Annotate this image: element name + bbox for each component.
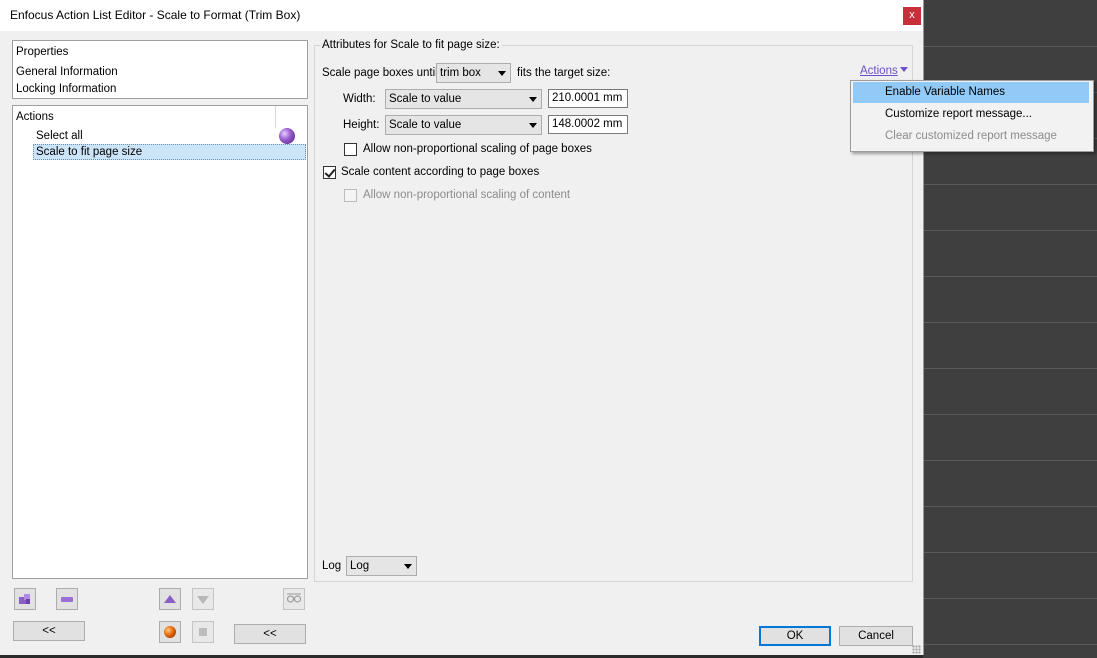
collapse-left-button[interactable]: << <box>13 621 85 641</box>
properties-list[interactable]: Properties General Information Locking I… <box>12 40 308 99</box>
width-label: Width: <box>343 93 376 105</box>
close-button[interactable]: x <box>903 7 921 25</box>
properties-item-locking[interactable]: Locking Information <box>16 83 116 95</box>
height-mode-value: Scale to value <box>389 119 462 131</box>
height-mode-select[interactable]: Scale to value <box>385 115 542 135</box>
add-action-icon <box>19 594 30 604</box>
height-input[interactable]: 148.0002 mm <box>548 115 628 134</box>
stop-icon <box>199 628 207 636</box>
checkmark-icon <box>324 166 336 178</box>
collapse-right-button[interactable]: << <box>234 624 306 644</box>
chevron-down-icon <box>529 97 537 102</box>
chevron-down-icon <box>529 123 537 128</box>
nonprop-content-checkbox[interactable] <box>344 189 357 202</box>
box-type-select[interactable]: trim box <box>436 63 511 83</box>
actions-header: Actions <box>16 111 54 123</box>
action-item-scale-to-fit[interactable]: Scale to fit page size <box>36 146 142 158</box>
properties-header: Properties <box>16 46 69 58</box>
window-title: Enfocus Action List Editor - Scale to Fo… <box>10 8 301 22</box>
glasses-icon <box>286 593 302 603</box>
height-label: Height: <box>343 119 380 131</box>
width-input[interactable]: 210.0001 mm <box>548 89 628 108</box>
move-down-button[interactable] <box>192 588 214 610</box>
actions-menu-link[interactable]: Actions <box>860 65 908 77</box>
log-select[interactable]: Log <box>346 556 417 576</box>
width-mode-value: Scale to value <box>389 93 462 105</box>
scale-content-label[interactable]: Scale content according to page boxes <box>341 166 539 178</box>
run-action-button[interactable] <box>159 621 181 643</box>
scale-suffix-label: fits the target size: <box>517 67 611 79</box>
menu-item-customize-report[interactable]: Customize report message... <box>853 104 1089 125</box>
move-up-button[interactable] <box>159 588 181 610</box>
minus-icon <box>61 597 73 602</box>
orange-ball-icon <box>164 626 176 638</box>
action-list-editor-dialog: Enfocus Action List Editor - Scale to Fo… <box>0 0 924 655</box>
properties-item-general[interactable]: General Information <box>16 66 118 78</box>
attributes-group-title: Attributes for Scale to fit page size: <box>320 39 502 51</box>
menu-item-clear-report: Clear customized report message <box>885 130 1057 142</box>
ok-button[interactable]: OK <box>759 626 831 646</box>
triangle-down-icon <box>197 596 209 604</box>
menu-item-enable-variable-names[interactable]: Enable Variable Names <box>853 82 1089 103</box>
scale-content-checkbox[interactable] <box>323 166 336 179</box>
chevron-down-icon <box>498 71 506 76</box>
actions-dropdown-menu: Enable Variable Names Customize report m… <box>850 80 1094 152</box>
nonprop-content-label: Allow non-proportional scaling of conten… <box>363 189 571 201</box>
caret-down-icon <box>899 67 908 72</box>
nonprop-boxes-label[interactable]: Allow non-proportional scaling of page b… <box>363 143 592 155</box>
action-item-select-all[interactable]: Select all <box>36 130 83 142</box>
actions-list[interactable] <box>12 105 308 579</box>
list-column-divider <box>275 106 276 128</box>
resize-grip-icon[interactable] <box>912 645 921 654</box>
log-value: Log <box>350 560 370 572</box>
stop-action-button[interactable] <box>192 621 214 643</box>
chevron-down-icon <box>404 564 412 569</box>
actions-link-label: Actions <box>860 65 898 77</box>
add-action-button[interactable] <box>14 588 36 610</box>
title-bar[interactable]: Enfocus Action List Editor - Scale to Fo… <box>0 0 923 31</box>
width-mode-select[interactable]: Scale to value <box>385 89 542 109</box>
log-label: Log <box>322 560 342 572</box>
cancel-button[interactable]: Cancel <box>839 626 913 646</box>
purple-sphere-icon <box>279 128 295 144</box>
nonprop-boxes-checkbox[interactable] <box>344 143 357 156</box>
scale-prefix-label: Scale page boxes until <box>322 67 438 79</box>
preview-button[interactable] <box>283 588 305 610</box>
box-type-value: trim box <box>440 67 481 79</box>
triangle-up-icon <box>164 595 176 603</box>
remove-action-button[interactable] <box>56 588 78 610</box>
